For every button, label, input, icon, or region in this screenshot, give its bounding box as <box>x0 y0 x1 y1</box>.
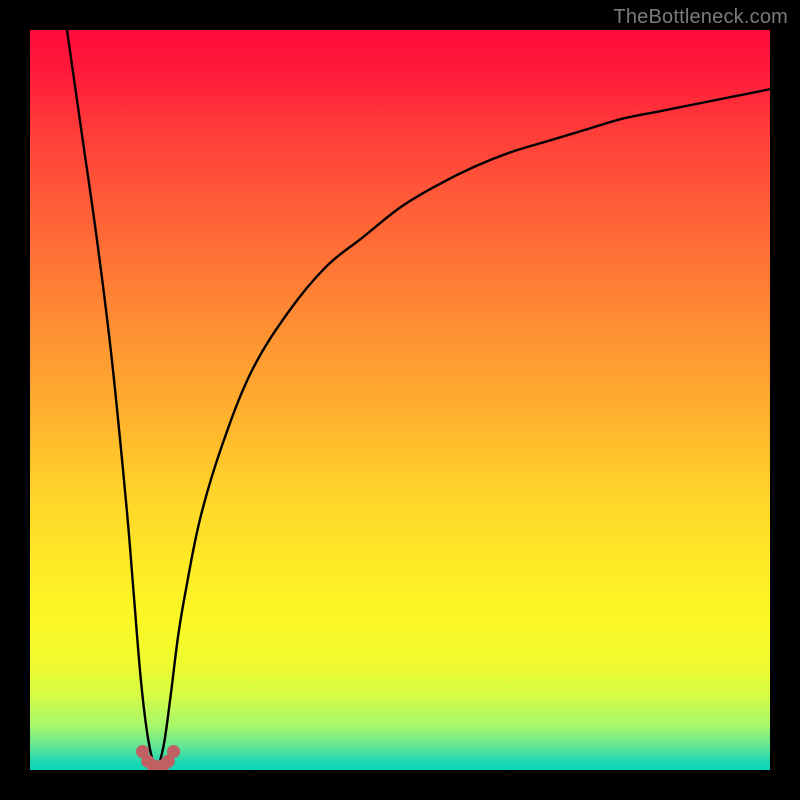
curve-layer <box>30 30 770 770</box>
watermark-text: TheBottleneck.com <box>613 6 788 29</box>
plot-area <box>30 30 770 770</box>
highlight-cluster <box>136 745 180 770</box>
bottleneck-curve <box>67 30 770 766</box>
marker-dot <box>167 745 180 758</box>
chart-frame: TheBottleneck.com <box>0 0 800 800</box>
